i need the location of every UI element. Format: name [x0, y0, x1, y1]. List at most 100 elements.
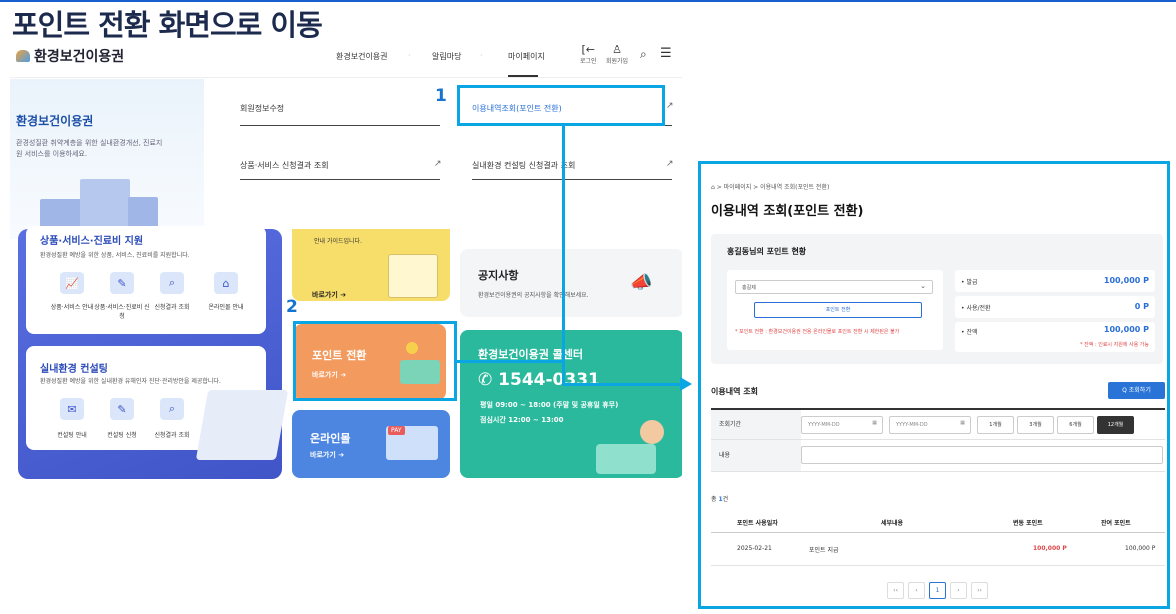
site-logo[interactable]: 환경보건이용권 — [16, 46, 124, 66]
th-date: 포인트 사용일자 — [737, 520, 778, 527]
content-label: 내용 — [711, 440, 801, 472]
guide-go-link[interactable]: 바로가기 ➔ — [312, 290, 346, 300]
page-heading: 포인트 전환 화면으로 이동 — [12, 8, 323, 42]
login-button[interactable]: [← 로그인 — [580, 43, 597, 65]
heart-logo-icon — [16, 50, 30, 62]
arrow-icon: ↗ — [666, 101, 674, 111]
chart-icon[interactable]: 📈 — [60, 272, 84, 294]
nav-notice[interactable]: 알림마당 — [432, 51, 461, 62]
cell-remaining: 100,000 P — [1125, 545, 1156, 552]
search-doc-icon[interactable]: ⌕ — [160, 272, 184, 294]
callout-box-2 — [293, 321, 457, 401]
convert-note: * 포인트 전환 : 환경보건이용권 전용 온라인몰로 포인트 전환 시 제한된… — [735, 329, 900, 335]
desk-illustration — [596, 444, 656, 474]
login-icon: [← — [581, 43, 596, 56]
menu-divider — [472, 179, 672, 180]
used-value: 0 P — [1134, 302, 1149, 311]
mall-title: 온라인몰 — [310, 432, 351, 445]
nav-mypage[interactable]: 마이페이지 — [508, 51, 545, 62]
connector-arrowhead — [680, 377, 692, 391]
table-header — [711, 513, 1165, 533]
hero-title: 환경보건이용권 — [16, 114, 94, 128]
nav-separator: · — [480, 51, 483, 60]
edit-icon[interactable]: ✎ — [110, 272, 134, 294]
arrow-icon: ↗ — [434, 159, 442, 169]
usage-history-page: ⌂ > 마이페이지 > 이용내역 조회(포인트 전환) 이용내역 조회(포인트 … — [698, 161, 1170, 609]
callout-number-1: 1 — [435, 86, 447, 106]
start-date-input[interactable]: YYYY-MM-DD ▦ — [801, 416, 883, 434]
notice-desc: 환경보건이용권의 공지사항을 확인해보세요. — [478, 292, 589, 299]
consulting-card-title: 실내환경 컨설팅 — [40, 364, 108, 375]
phone-icon: ✆ — [478, 370, 493, 390]
balance-value: 100,000 P — [1103, 325, 1149, 334]
chevron-down-icon: ⌄ — [920, 282, 926, 290]
consulting-item-label[interactable]: 신청결과 조회 — [142, 430, 202, 439]
menu-product-result[interactable]: 상품·서비스 신청결과 조회 — [240, 160, 329, 171]
period-controls: YYYY-MM-DD ▦ YYYY-MM-DD ▦ 1개월 3개월 6개월 12개월 — [801, 410, 1165, 440]
page-last-button[interactable]: ›› — [971, 582, 988, 599]
nav-separator: · — [408, 51, 411, 60]
arrow-icon: ↗ — [666, 159, 674, 169]
consulting-card-desc: 환경성질환 예방을 위한 실내환경 유해인자 진단·관리방안을 제공합니다. — [40, 378, 221, 385]
period-1m-button[interactable]: 1개월 — [977, 416, 1014, 434]
laptop-illustration — [195, 390, 289, 460]
guide-desc: 안내 가이드입니다. — [314, 238, 362, 245]
menu-consulting-result[interactable]: 실내환경 컨설팅 신청결과 조회 — [472, 160, 575, 171]
mail-icon[interactable]: ✉ — [60, 398, 84, 420]
balance-row: • 잔액 100,000 P * 잔액 : 인료시 지원에 사용 가능 — [955, 322, 1155, 352]
convert-button[interactable]: 포인트 전환 — [754, 302, 922, 318]
search-icon[interactable]: ⌕ — [640, 47, 647, 62]
page-next-button[interactable]: › — [950, 582, 967, 599]
cell-date: 2025-02-21 — [737, 545, 772, 552]
search-button[interactable]: Q 조회하기 — [1108, 382, 1165, 399]
issued-row: • 발급 100,000 P — [955, 270, 1155, 292]
cell-change: 100,000 P — [1033, 545, 1067, 552]
used-row: • 사용/전환 0 P — [955, 296, 1155, 318]
balance-note: * 잔액 : 인료시 지원에 사용 가능 — [1080, 342, 1149, 348]
nav-environment-voucher[interactable]: 환경보건이용권 — [336, 51, 388, 62]
table-row — [711, 534, 1165, 566]
edit-icon[interactable]: ✎ — [110, 398, 134, 420]
page-first-button[interactable]: ‹‹ — [887, 582, 904, 599]
cell-detail: 포인트 지급 — [809, 547, 839, 554]
convert-select[interactable]: 홍길제 ⌄ — [735, 280, 933, 294]
content-input[interactable] — [801, 446, 1163, 464]
issued-value: 100,000 P — [1103, 276, 1149, 285]
support-item-label[interactable]: 신청결과 조회 — [142, 302, 202, 311]
mall-go-link[interactable]: 바로가기 ➔ — [310, 450, 344, 460]
callout-box-1 — [457, 85, 665, 126]
end-date-input[interactable]: YYYY-MM-DD ▦ — [889, 416, 971, 434]
th-detail: 세부내용 — [881, 520, 904, 527]
connector-line — [562, 125, 565, 385]
page-title: 이용내역 조회(포인트 전환) — [711, 204, 864, 219]
page-1-button[interactable]: 1 — [929, 582, 946, 599]
search-doc-icon[interactable]: ⌕ — [160, 398, 184, 420]
menu-divider — [240, 125, 440, 126]
menu-icon[interactable]: ☰ — [660, 46, 672, 61]
support-card-title: 상품·서비스·진료비 지원 — [40, 236, 144, 247]
nav-active-underline — [508, 75, 538, 77]
breadcrumb: ⌂ > 마이페이지 > 이용내역 조회(포인트 전환) — [711, 184, 830, 191]
period-label: 조회기간 — [711, 410, 801, 440]
support-item-label[interactable]: 온라인몰 안내 — [196, 302, 256, 311]
usage-title: 이용내역 조회 — [711, 387, 758, 396]
operator-illustration — [640, 420, 664, 444]
checklist-illustration — [388, 254, 438, 298]
menu-edit-member[interactable]: 회원정보수정 — [240, 103, 284, 114]
callcenter-hours: 평일 09:00 ~ 18:00 (주말 및 공휴일 휴무) — [480, 401, 619, 409]
pay-badge: PAY — [388, 426, 405, 435]
page-prev-button[interactable]: ‹ — [908, 582, 925, 599]
connector-line — [562, 383, 682, 386]
th-remaining: 잔여 포인트 — [1101, 520, 1131, 527]
th-change: 변동 포인트 — [1013, 520, 1043, 527]
filter-table: 조회기간 YYYY-MM-DD ▦ YYYY-MM-DD ▦ 1개월 3개월 6개월… — [711, 408, 1165, 474]
period-12m-button[interactable]: 12개월 — [1097, 416, 1134, 434]
period-3m-button[interactable]: 3개월 — [1017, 416, 1054, 434]
result-count: 총 1건 — [711, 496, 729, 503]
mall-icon[interactable]: ⌂ — [214, 272, 238, 294]
point-status-panel: 홍길동님의 포인트 현황 홍길제 ⌄ 포인트 전환 * 포인트 전환 : 환경보건… — [711, 234, 1163, 364]
signup-button[interactable]: ♙ 회원가입 — [606, 43, 628, 65]
callcenter-phone: ✆ 1544-0331 — [478, 370, 600, 390]
period-6m-button[interactable]: 6개월 — [1057, 416, 1094, 434]
support-card-desc: 환경성질환 예방을 위한 상품, 서비스, 진료비를 지원합니다. — [40, 252, 190, 259]
